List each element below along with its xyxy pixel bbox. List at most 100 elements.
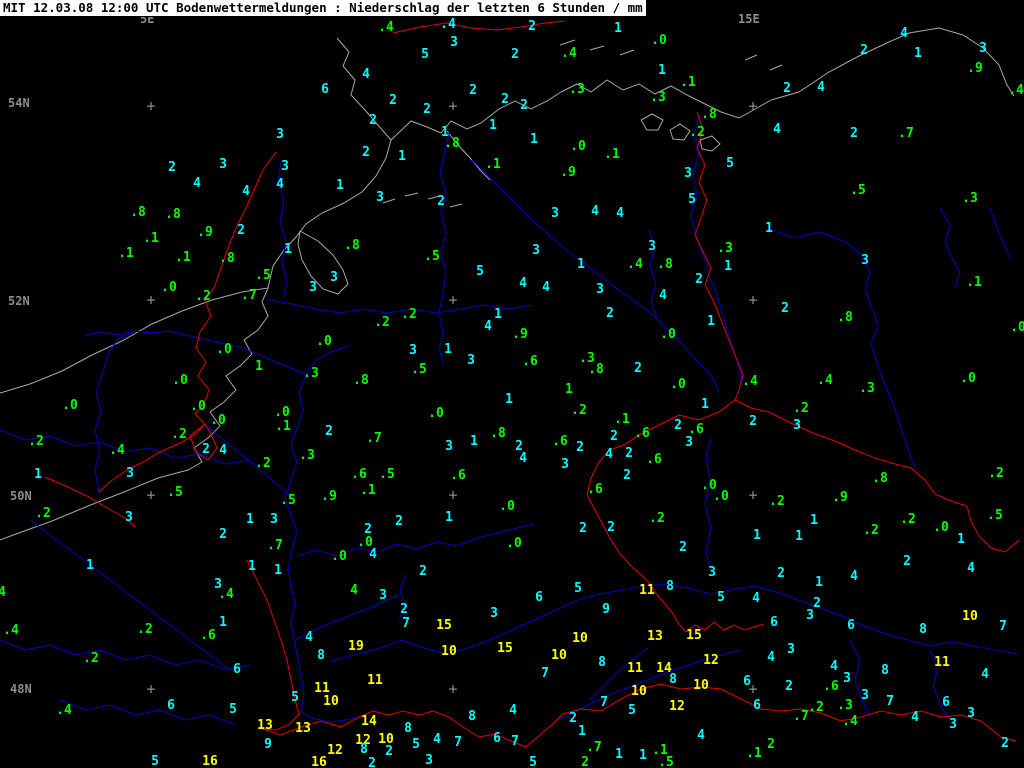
coastline-path (297, 230, 349, 295)
station-precip-value: 5 (412, 736, 420, 752)
station-precip-value: 1 (765, 220, 773, 236)
river-path (849, 639, 871, 717)
station-precip-value: 2 (576, 439, 584, 455)
station-precip-value: .2 (571, 402, 587, 418)
station-precip-value: 3 (450, 34, 458, 50)
station-precip-value: .6 (552, 433, 568, 449)
station-precip-value: 2 (528, 18, 536, 34)
station-precip-value: .2 (195, 288, 211, 304)
station-precip-value: 3 (708, 564, 716, 580)
station-precip-value: 4 (219, 442, 227, 458)
grid-cross-mark: + (146, 486, 156, 505)
station-precip-value: .4 (842, 713, 858, 729)
station-precip-value: 14 (361, 713, 377, 729)
station-precip-value: 2 (219, 526, 227, 542)
station-precip-value: .8 (219, 250, 235, 266)
station-precip-value: 1 (444, 341, 452, 357)
station-precip-value: 2 (385, 743, 393, 759)
station-precip-value: 2 (469, 82, 477, 98)
station-precip-value: 2 (783, 80, 791, 96)
country-border-path (98, 151, 277, 493)
station-precip-value: 10 (323, 693, 339, 709)
station-precip-value: .2 (171, 426, 187, 442)
station-precip-value: 1 (489, 117, 497, 133)
station-precip-value: .0 (933, 519, 949, 535)
station-precip-value: .8 (701, 106, 717, 122)
station-precip-value: 6 (493, 730, 501, 746)
station-precip-value: 12 (703, 652, 719, 668)
station-precip-value: .4 (440, 16, 456, 32)
station-precip-value: 2 (860, 42, 868, 58)
station-precip-value: 13 (647, 628, 663, 644)
grid-cross-mark: + (448, 291, 458, 310)
station-precip-value: 13 (295, 720, 311, 736)
station-precip-value: .1 (680, 74, 696, 90)
station-precip-value: 4 (350, 582, 358, 598)
station-precip-value: .8 (130, 204, 146, 220)
station-precip-value: .1 (275, 418, 291, 434)
station-precip-value: .4 (378, 19, 394, 35)
station-precip-value: 2 (767, 736, 775, 752)
station-precip-value: 3 (425, 752, 433, 768)
station-precip-value: .3 (650, 89, 666, 105)
station-precip-value: 5 (476, 263, 484, 279)
station-precip-value: 1 (615, 746, 623, 762)
station-precip-value: .6 (522, 353, 538, 369)
grid-coordinate-label: 52N (8, 294, 30, 308)
station-precip-value: 16 (311, 754, 327, 768)
station-precip-value: 1 (248, 558, 256, 574)
river-path (768, 228, 916, 469)
station-precip-value: 8 (666, 578, 674, 594)
station-precip-value: 4 (369, 546, 377, 562)
grid-cross-mark: + (748, 486, 758, 505)
station-precip-value: .2 (137, 621, 153, 637)
station-precip-value: 1 (34, 466, 42, 482)
station-precip-value: 5 (529, 754, 537, 768)
station-precip-value: .0 (651, 32, 667, 48)
river-path (29, 519, 231, 671)
station-precip-value: 3 (376, 189, 384, 205)
grid-cross-mark: + (748, 291, 758, 310)
station-precip-value: 4 (900, 25, 908, 41)
station-precip-value: 4 (659, 287, 667, 303)
station-precip-value: 8 (404, 720, 412, 736)
country-border-path (44, 476, 136, 528)
map-title-bar: MIT 12.03.08 12:00 UTC Bodenwettermeldun… (0, 0, 648, 17)
station-precip-value: .4 (561, 45, 577, 61)
country-border-path (392, 20, 566, 34)
station-precip-value: 10 (572, 630, 588, 646)
grid-cross-mark: + (146, 97, 156, 116)
station-precip-value: .0 (210, 412, 226, 428)
grid-coordinate-label: 54N (8, 96, 30, 110)
weather-map-viewport: 2 3 4 4.4.4 3 5 4 6 2 2 2 2 2 3 1 1.8 2 3 1.1 4 1 3 2 2 1.0.4 2 1.… (0, 0, 1024, 768)
station-precip-value: 3 (685, 434, 693, 450)
station-precip-value: .1 (360, 482, 376, 498)
station-precip-value: .1 (746, 745, 762, 761)
grid-coordinate-label: 48N (10, 682, 32, 696)
station-precip-value: 1 (565, 381, 573, 397)
station-precip-value: .2 (863, 522, 879, 538)
station-precip-value: .3 (837, 697, 853, 713)
coastline-path (589, 45, 605, 51)
station-precip-value: 3 (843, 670, 851, 686)
station-precip-value: 2 (695, 271, 703, 287)
station-precip-value: 2 (679, 539, 687, 555)
station-precip-value: 3 (806, 607, 814, 623)
station-precip-value: 2 (610, 428, 618, 444)
grid-cross-mark: + (748, 680, 758, 699)
coastline-path (560, 79, 772, 119)
station-precip-value: 2 (368, 755, 376, 768)
river-path (284, 344, 372, 723)
station-precip-value: .0 (331, 548, 347, 564)
station-precip-value: 1 (815, 574, 823, 590)
station-precip-value: 6 (847, 617, 855, 633)
grid-cross-mark: + (448, 680, 458, 699)
station-precip-value: 2 (362, 144, 370, 160)
station-precip-value: 2 (569, 710, 577, 726)
station-precip-value: 1 (246, 511, 254, 527)
station-precip-value: 1 (398, 148, 406, 164)
station-precip-value: 8 (881, 662, 889, 678)
station-precip-value: 8 (598, 654, 606, 670)
station-precip-value: .5 (424, 248, 440, 264)
station-precip-value: 2 (423, 101, 431, 117)
